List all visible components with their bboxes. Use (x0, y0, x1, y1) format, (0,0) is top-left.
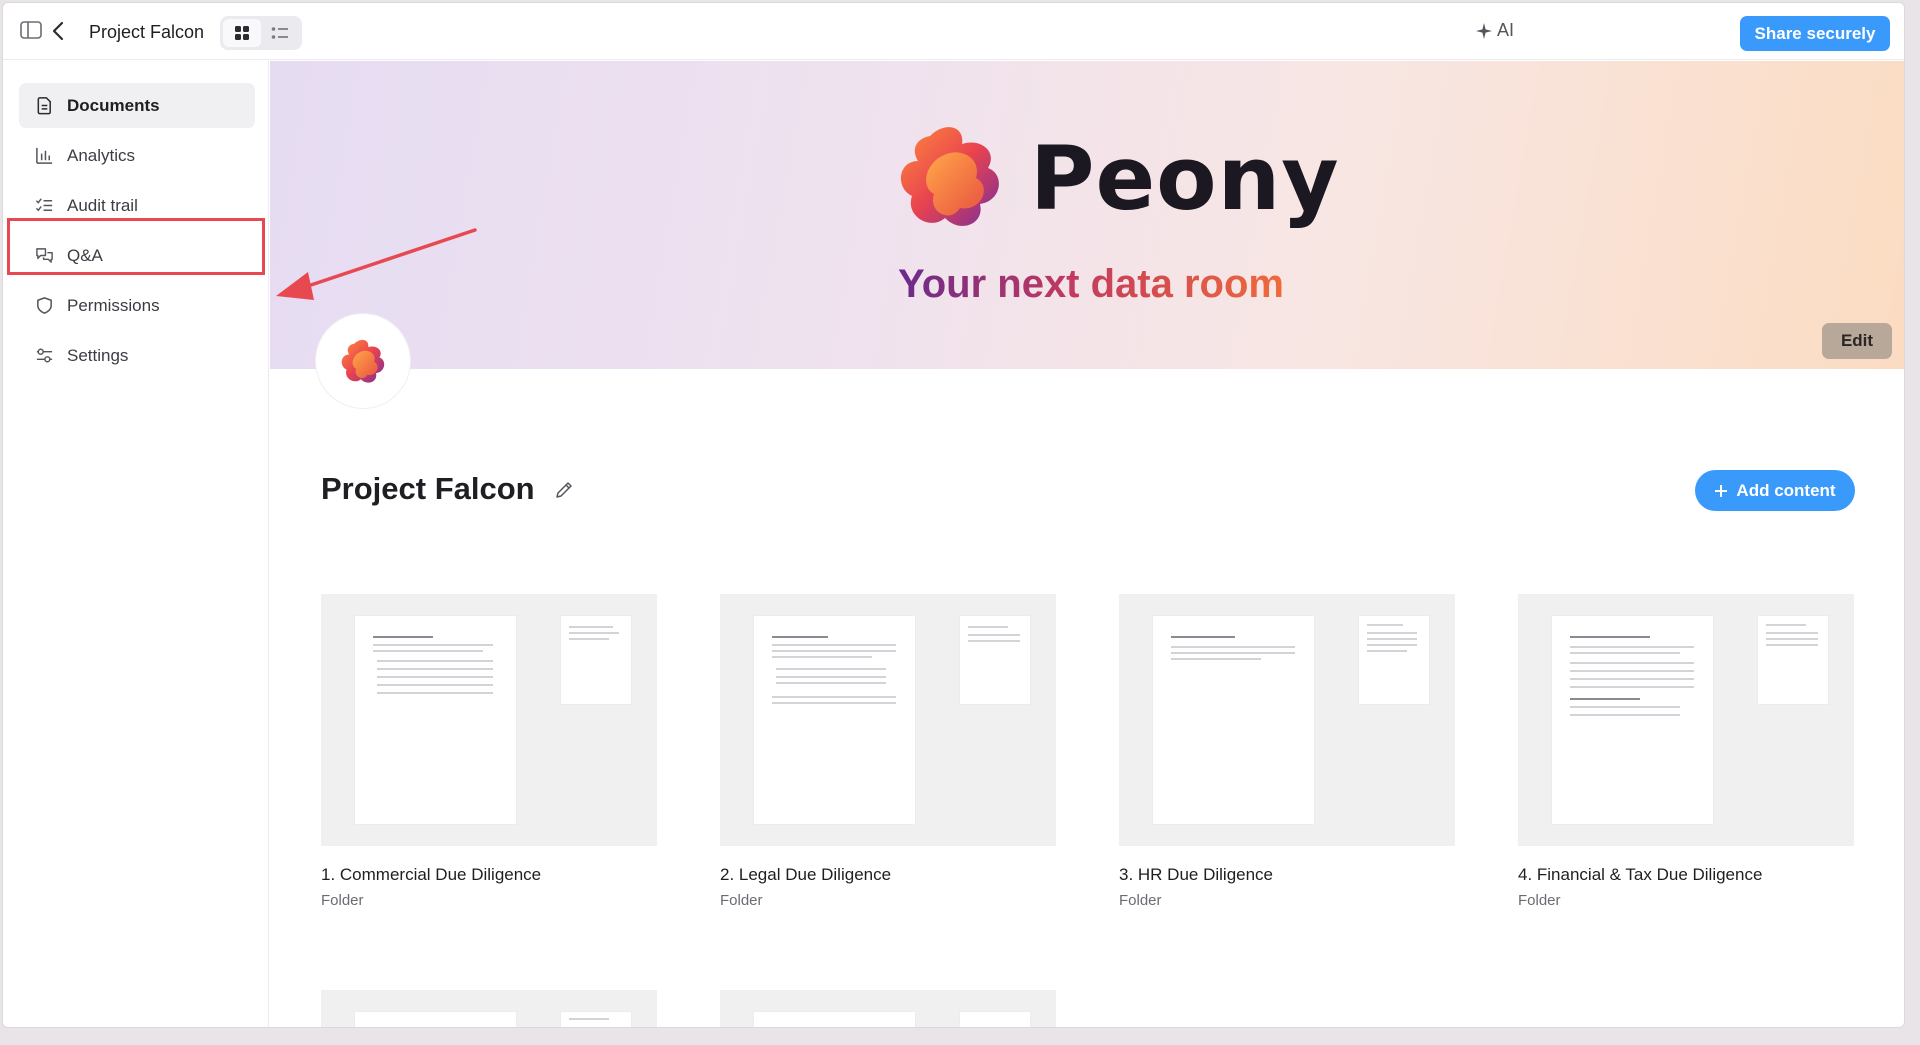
folder-card[interactable]: 4. Financial & Tax Due Diligence Folder (1518, 594, 1854, 909)
document-preview (960, 1012, 1030, 1027)
folder-thumbnail (321, 990, 657, 1027)
folder-type: Folder (321, 892, 364, 909)
list-view-button[interactable] (261, 19, 299, 47)
plus-icon (1715, 484, 1728, 497)
document-preview (561, 616, 631, 704)
ai-label: AI (1496, 20, 1514, 40)
folder-type: Folder (1518, 892, 1561, 909)
document-preview (754, 1012, 915, 1027)
pencil-edit-icon[interactable] (554, 480, 574, 500)
folder-card[interactable] (321, 990, 657, 1027)
folder-name: 1. Commercial Due Diligence (321, 865, 542, 884)
banner-brand-text: Peony (1030, 127, 1340, 230)
sidebar-item-label: Documents (67, 95, 160, 115)
document-preview (754, 616, 915, 824)
folder-card[interactable]: 2. Legal Due Diligence Folder (720, 594, 1056, 909)
app-window: Project Falcon AI Share securely Documen… (2, 2, 1905, 1028)
banner-tagline: Your next data room (898, 262, 1284, 306)
folder-thumbnail (1518, 594, 1854, 846)
share-securely-button[interactable]: Share securely (1740, 16, 1890, 51)
cover-banner: Peony Your next data room Edit (270, 61, 1904, 369)
folder-thumbnail (1119, 594, 1455, 846)
sidebar-item-documents[interactable]: Documents (19, 83, 255, 128)
folder-type: Folder (1119, 892, 1162, 909)
document-icon (37, 97, 51, 115)
sidebar-item-settings[interactable]: Settings (19, 333, 255, 378)
peony-logo-icon (900, 127, 999, 226)
annotation-highlight-box (7, 218, 265, 275)
folder-card[interactable]: 3. HR Due Diligence Folder (1119, 594, 1455, 909)
sidebar-item-label: Audit trail (67, 195, 138, 215)
sparkle-icon (1475, 22, 1492, 39)
back-chevron-icon[interactable] (50, 21, 66, 41)
bar-chart-icon (36, 147, 53, 164)
sidebar-item-label: Analytics (67, 145, 136, 165)
sidebar: Documents Analytics Audit trail Q&A Perm… (3, 61, 269, 1027)
folder-name: 3. HR Due Diligence (1119, 865, 1274, 884)
folder-thumbnail (720, 990, 1056, 1027)
folder-name: 4. Financial & Tax Due Diligence (1518, 865, 1763, 884)
folder-card[interactable]: 1. Commercial Due Diligence Folder (321, 594, 657, 909)
grid-view-button[interactable] (223, 19, 261, 47)
grid-icon (235, 26, 249, 40)
breadcrumb-title: Project Falcon (89, 22, 205, 42)
top-bar: Project Falcon AI Share securely (3, 3, 1904, 60)
sidebar-item-label: Settings (67, 345, 129, 365)
document-preview (1552, 616, 1713, 824)
folder-type: Folder (720, 892, 763, 909)
document-preview (960, 616, 1030, 704)
folder-thumbnail (720, 594, 1056, 846)
checklist-icon (35, 198, 53, 212)
annotation-arrow-icon (276, 228, 477, 300)
document-preview (1359, 616, 1429, 704)
document-preview (355, 1012, 516, 1027)
document-preview (355, 616, 516, 824)
sidebar-item-label: Permissions (67, 295, 160, 315)
shield-icon (37, 297, 52, 314)
ai-button[interactable]: AI (1475, 20, 1514, 41)
project-avatar[interactable] (315, 313, 411, 409)
document-preview (1153, 616, 1314, 824)
add-content-button[interactable]: Add content (1695, 470, 1855, 511)
document-preview (1758, 616, 1828, 704)
folder-card[interactable] (720, 990, 1056, 1027)
list-icon (271, 27, 288, 39)
add-content-label: Add content (1736, 480, 1836, 500)
sidebar-item-analytics[interactable]: Analytics (19, 133, 255, 178)
view-toggle (220, 16, 302, 50)
page-title: Project Falcon (321, 471, 535, 506)
document-preview (561, 1012, 631, 1027)
folder-name: 2. Legal Due Diligence (720, 865, 892, 884)
peony-logo-icon (341, 339, 385, 383)
sidebar-toggle-icon[interactable] (20, 21, 42, 39)
edit-cover-button[interactable]: Edit (1822, 323, 1892, 359)
sidebar-item-permissions[interactable]: Permissions (19, 283, 255, 328)
folder-thumbnail (321, 594, 657, 846)
sliders-icon (36, 348, 53, 363)
